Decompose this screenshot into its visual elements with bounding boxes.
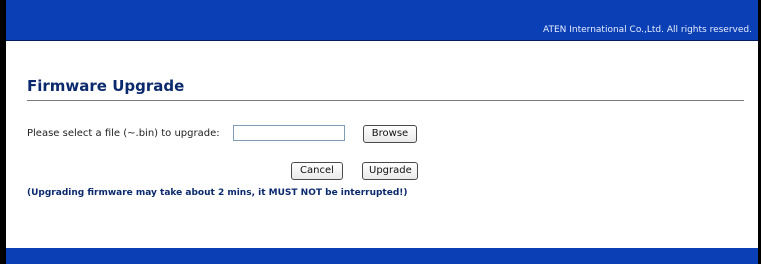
upgrade-button[interactable]: Upgrade [362, 162, 418, 180]
header-bar: ATEN International Co.,Ltd. All rights r… [6, 0, 758, 41]
browse-button[interactable]: Browse [363, 125, 417, 143]
footer-bar [6, 248, 758, 264]
cancel-button[interactable]: Cancel [291, 162, 343, 180]
page-title: Firmware Upgrade [27, 77, 185, 95]
copyright-text: ATEN International Co.,Ltd. All rights r… [543, 25, 752, 35]
title-divider [27, 100, 744, 101]
file-select-label: Please select a file (~.bin) to upgrade: [27, 128, 220, 139]
upgrade-warning: (Upgrading firmware may take about 2 min… [27, 188, 408, 198]
file-path-input[interactable] [233, 125, 345, 141]
